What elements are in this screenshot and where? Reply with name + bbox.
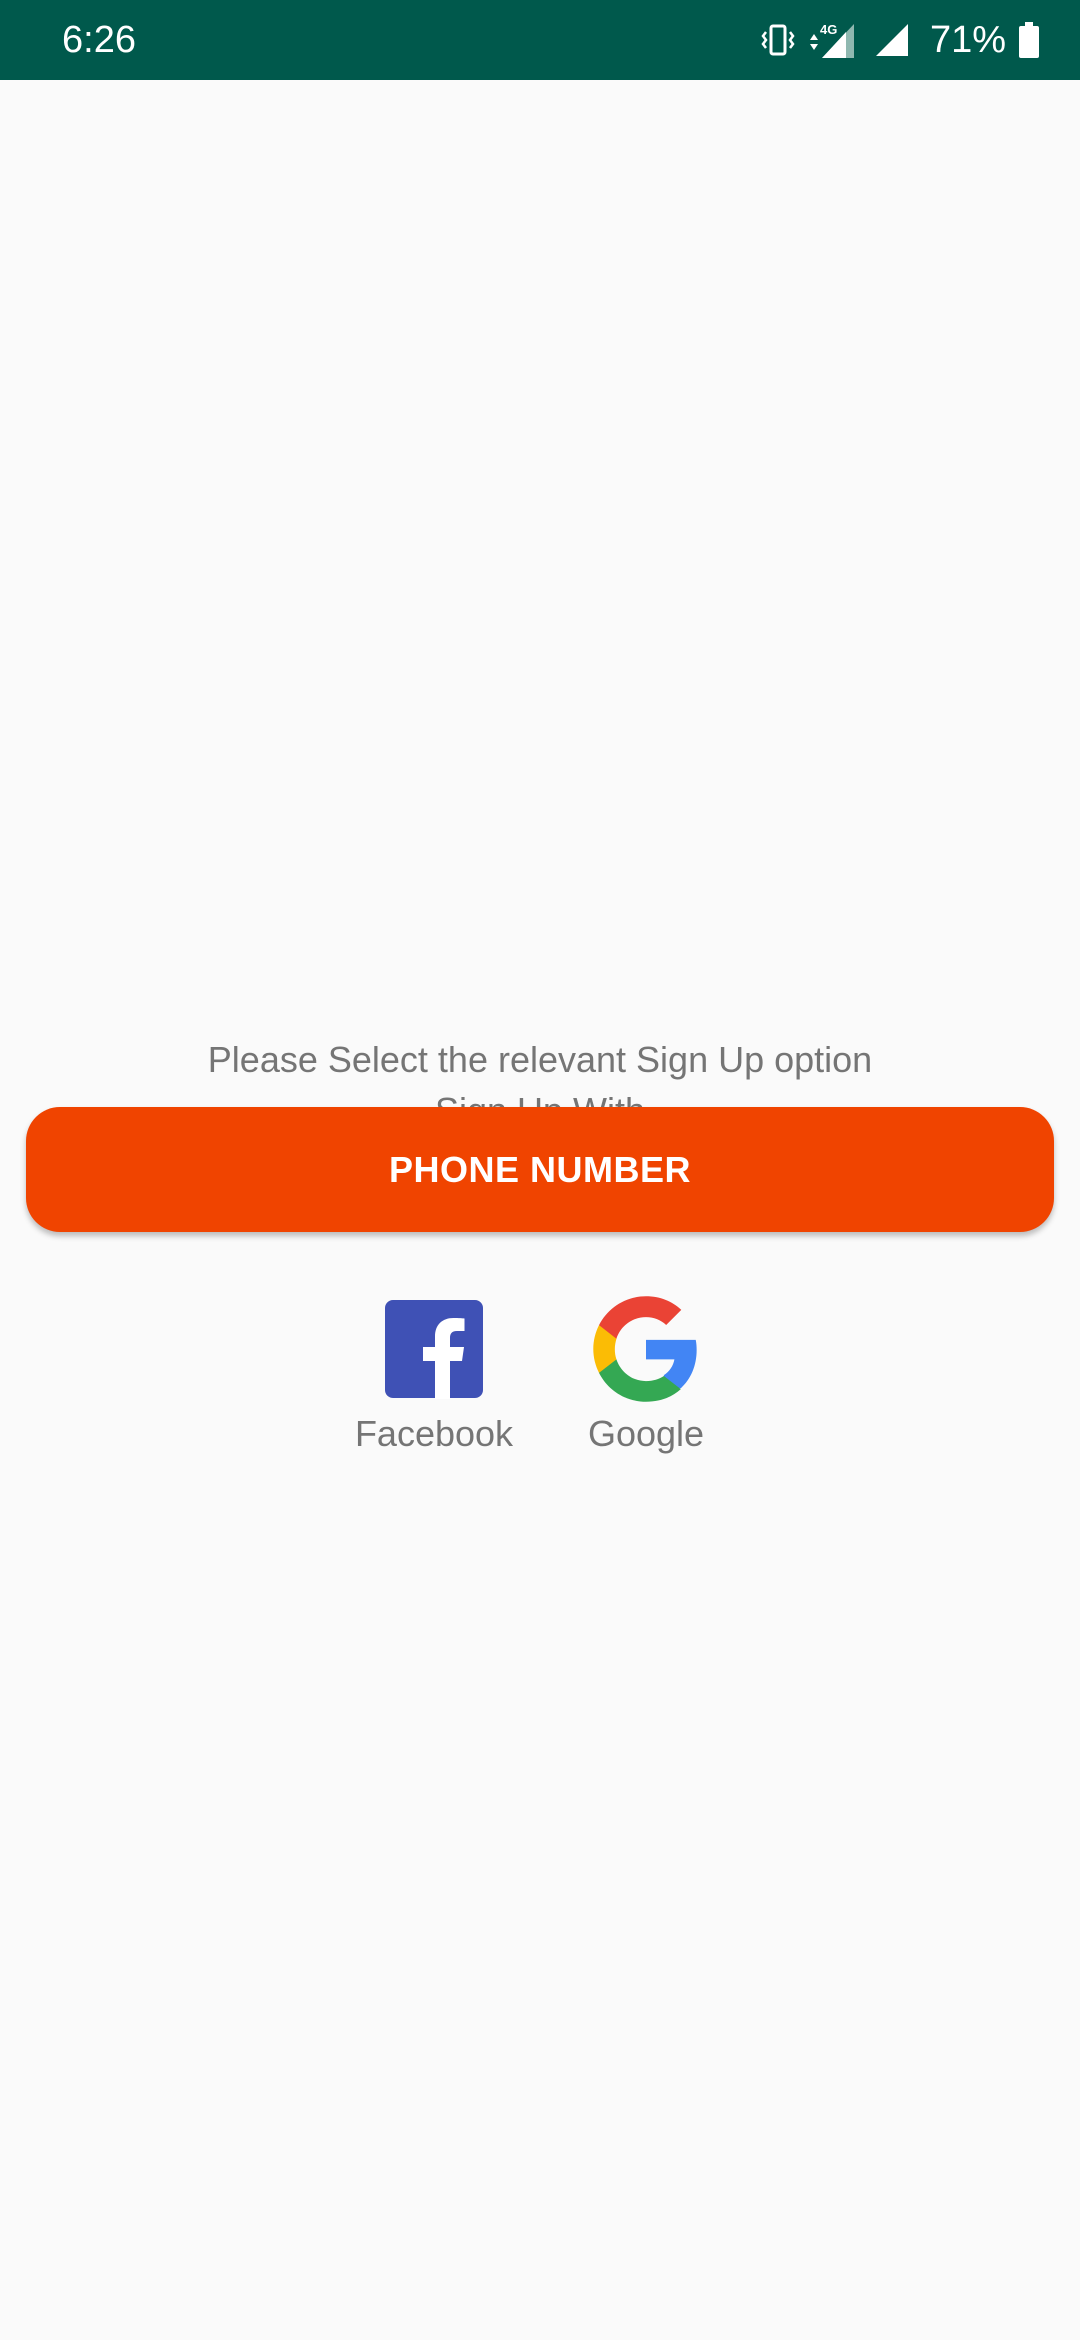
status-time: 6:26 bbox=[62, 19, 136, 61]
google-signup-button[interactable]: Google bbox=[566, 1292, 726, 1456]
battery-icon bbox=[1018, 21, 1040, 59]
signup-prompt-line1: Please Select the relevant Sign Up optio… bbox=[207, 1039, 873, 1080]
battery-percent: 71% bbox=[929, 19, 1006, 61]
social-signup-options: Facebook Google bbox=[0, 1292, 1080, 1456]
google-label: Google bbox=[587, 1413, 705, 1454]
vibrate-icon bbox=[760, 22, 796, 58]
cell-signal-icon bbox=[872, 20, 912, 60]
facebook-label: Facebook bbox=[354, 1413, 514, 1454]
facebook-icon bbox=[384, 1299, 484, 1399]
phone-number-button[interactable]: PHONE NUMBER bbox=[26, 1107, 1054, 1232]
facebook-signup-button[interactable]: Facebook bbox=[354, 1292, 514, 1456]
signal-4g-icon: 4G bbox=[808, 20, 860, 60]
network-type-label: 4G bbox=[820, 22, 837, 37]
status-bar: 6:26 4G 71% bbox=[0, 0, 1080, 80]
google-icon bbox=[591, 1294, 701, 1404]
status-icons: 4G 71% bbox=[760, 16, 1040, 64]
